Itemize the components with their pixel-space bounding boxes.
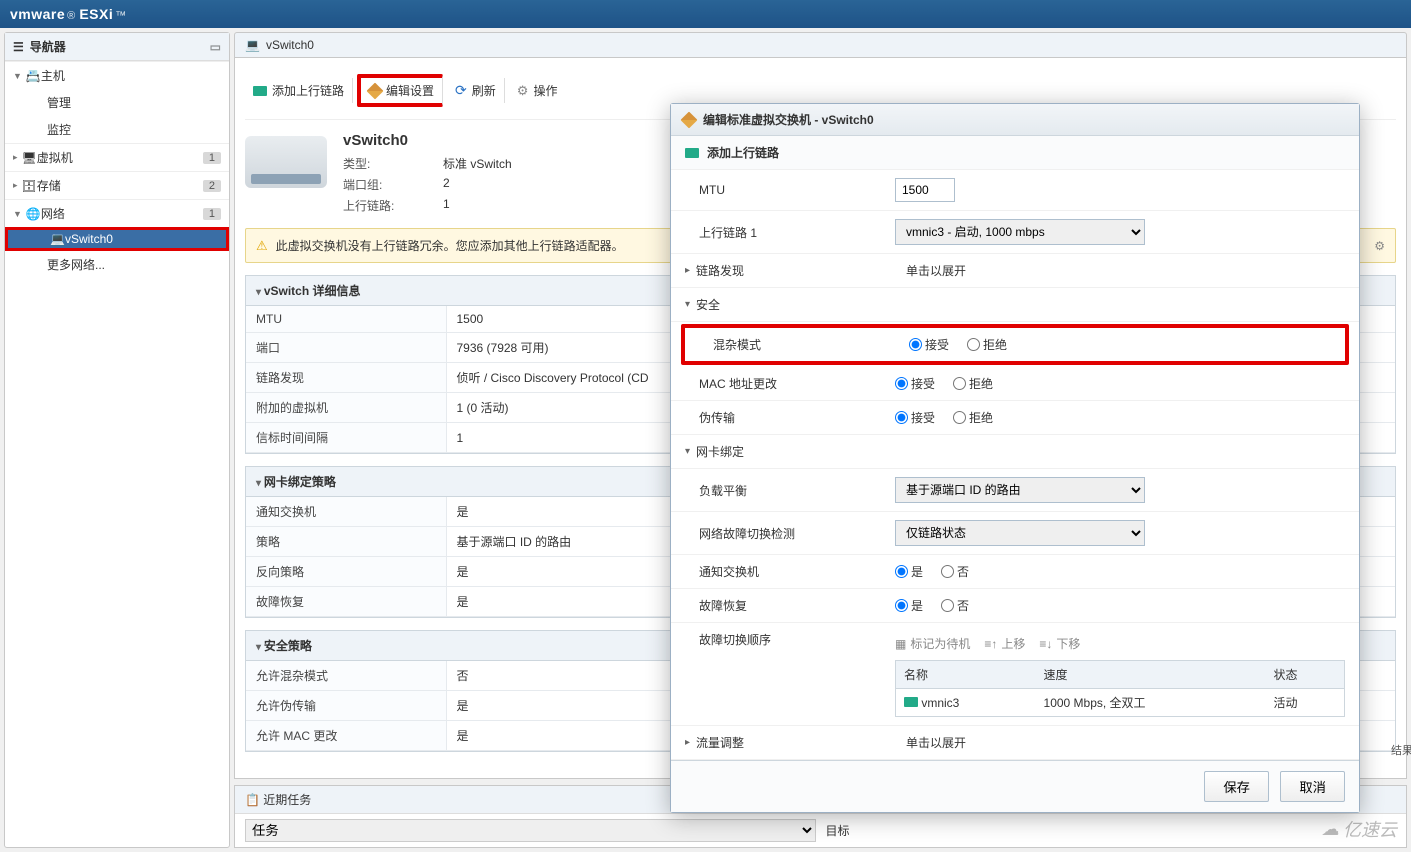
breadcrumb: 💻 vSwitch0 [234,32,1407,58]
uplink-select[interactable]: vmnic3 - 启动, 1000 mbps [895,219,1145,245]
dialog-macchange-row: MAC 地址更改 接受 拒绝 [671,367,1359,401]
pencil-icon [681,111,698,128]
summary-info: vSwitch0 类型:标准 vSwitch 端口组:2 上行链路:1 [343,132,583,216]
dialog-failback-row: 故障恢复 是 否 [671,589,1359,623]
forged-accept[interactable]: 接受 [895,409,935,426]
dialog-traffic-shaping[interactable]: 流量调整 单击以展开 [671,726,1359,760]
nav-more-networks[interactable]: 更多网络... [5,251,229,278]
brand-logo: vmware® ESXi™ [10,6,127,22]
dialog-mtu-row: MTU [671,170,1359,211]
list-icon: ☰ [13,40,24,54]
topbar: vmware® ESXi™ [0,0,1411,28]
nic-icon [904,697,918,707]
promiscuous-reject[interactable]: 拒绝 [967,336,1007,353]
navigator-title: 导航器 [30,38,66,55]
dialog-link-discovery[interactable]: 链路发现 单击以展开 [671,254,1359,288]
dialog-forged-row: 伪传输 接受 拒绝 [671,401,1359,435]
nic-row[interactable]: vmnic3 1000 Mbps, 全双工 活动 [896,689,1345,717]
failover-toolbar: ▦ 标记为待机 ≡↑ 上移 ≡↓ 下移 [895,631,1345,660]
mtu-input[interactable] [895,178,955,202]
cloud-icon: ☁ [1321,819,1339,840]
gear-icon [517,83,529,99]
nav-vswitch0[interactable]: 💻 vSwitch0 [5,227,229,251]
dialog-title: 编辑标准虚拟交换机 - vSwitch0 [671,104,1359,136]
task-filter-task[interactable]: 任务 [245,819,816,842]
dialog-uplink-row: 上行链路 1 vmnic3 - 启动, 1000 mbps [671,211,1359,254]
dialog-footer: 保存 取消 [671,760,1359,812]
refresh-button[interactable]: 刷新 [447,78,505,103]
dialog-security-section[interactable]: 安全 [671,288,1359,322]
notify-yes[interactable]: 是 [895,563,923,580]
collapse-icon[interactable]: ▭ [210,40,221,54]
dialog-faildetect-row: 网络故障切换检测 仅链路状态 [671,512,1359,555]
actions-button[interactable]: 操作 [509,78,566,103]
promiscuous-accept[interactable]: 接受 [909,336,949,353]
dialog-promiscuous-row: 混杂模式 接受 拒绝 [685,328,1345,361]
macchange-reject[interactable]: 拒绝 [953,375,993,392]
switch-thumbnail [245,136,327,188]
nav-network[interactable]: ▼🌐 网络 1 [5,199,229,227]
navigator-header: ☰ 导航器 ▭ [5,33,229,61]
task-col-target: 目标 [826,822,850,839]
nic-icon [253,86,267,96]
loadbalance-select[interactable]: 基于源端口 ID 的路由 [895,477,1145,503]
move-down-button[interactable]: ≡↓ 下移 [1039,635,1080,652]
dialog-add-uplink[interactable]: 添加上行链路 [671,136,1359,170]
nic-icon [685,148,699,158]
edit-vswitch-dialog: 编辑标准虚拟交换机 - vSwitch0 添加上行链路 MTU 上行链路 1 v… [670,103,1360,813]
results-label: 结果 [1391,742,1411,758]
edit-settings-button[interactable]: 编辑设置 [357,74,443,107]
save-button[interactable]: 保存 [1204,771,1269,802]
nav-host[interactable]: ▼📇 主机 [5,61,229,89]
dialog-loadbalance-row: 负载平衡 基于源端口 ID 的路由 [671,469,1359,512]
notify-no[interactable]: 否 [941,563,969,580]
failover-nic-table: 名称速度状态 vmnic3 1000 Mbps, 全双工 活动 [895,660,1345,717]
refresh-icon [455,82,467,99]
warning-text: 此虚拟交换机没有上行链路冗余。您应添加其他上行链路适配器。 [276,237,624,254]
nav-host-manage[interactable]: 管理 [5,89,229,116]
macchange-accept[interactable]: 接受 [895,375,935,392]
failback-yes[interactable]: 是 [895,597,923,614]
dialog-nic-section[interactable]: 网卡绑定 [671,435,1359,469]
warning-icon [256,238,268,254]
page-title: vSwitch0 [266,38,314,52]
navigator-panel: ☰ 导航器 ▭ ▼📇 主机 管理 监控 ▸🖥 虚拟机 1 ▸🗄 存储 2 ▼🌐 … [4,32,230,848]
failback-no[interactable]: 否 [941,597,969,614]
summary-title: vSwitch0 [343,132,583,153]
nav-storage[interactable]: ▸🗄 存储 2 [5,171,229,199]
move-up-button[interactable]: ≡↑ 上移 [984,635,1025,652]
nav-host-monitor[interactable]: 监控 [5,116,229,143]
dialog-notify-row: 通知交换机 是 否 [671,555,1359,589]
watermark: ☁ 亿速云 [1321,816,1397,842]
forged-reject[interactable]: 拒绝 [953,409,993,426]
pencil-icon [367,82,384,99]
mark-standby-button[interactable]: ▦ 标记为待机 [895,635,970,652]
faildetect-select[interactable]: 仅链路状态 [895,520,1145,546]
cancel-button[interactable]: 取消 [1280,771,1345,802]
nav-vm[interactable]: ▸🖥 虚拟机 1 [5,143,229,171]
dialog-failorder-row: 故障切换顺序 ▦ 标记为待机 ≡↑ 上移 ≡↓ 下移 名称速度状态 vmnic3… [671,623,1359,726]
alert-gear-icon[interactable]: ⚙ [1374,239,1385,253]
add-uplink-button[interactable]: 添加上行链路 [245,78,353,103]
